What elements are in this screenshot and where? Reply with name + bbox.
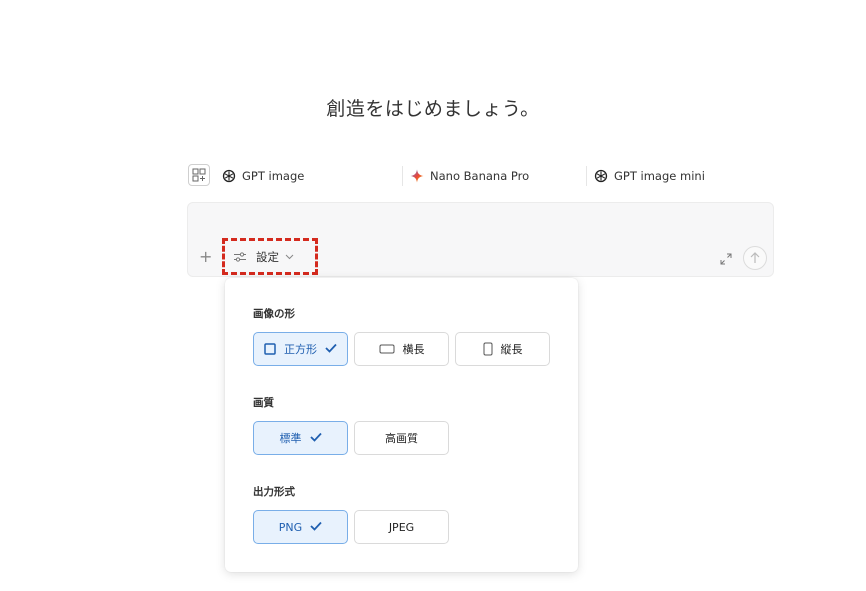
model-selector-row: GPT image Nano Banana Pro GPT image mini [188,162,774,190]
option-label: JPEG [388,520,415,534]
option-label: 標準 [279,432,302,445]
settings-popover: 画像の形 正方形 横長 縦長 画質 標準 高画質 出力形式 PNG JPEG [225,278,578,572]
sliders-icon [233,251,247,263]
openai-icon [222,169,236,183]
check-icon [310,521,322,534]
square-icon [264,343,276,355]
option-high-quality[interactable]: 高画質 [354,421,449,455]
page-heading: 創造をはじめましょう。 [326,98,540,120]
divider [586,166,587,186]
openai-icon [594,169,608,183]
option-label: 横長 [402,343,425,356]
option-square[interactable]: 正方形 [253,332,348,366]
portrait-rect-icon [483,342,493,356]
check-icon [325,343,337,356]
option-jpeg[interactable]: JPEG [354,510,449,544]
chevron-down-icon [285,254,294,260]
option-png[interactable]: PNG [253,510,348,544]
model-tab-gpt-image-mini[interactable]: GPT image mini [594,162,705,190]
option-label: PNG [278,520,303,534]
prompt-composer[interactable]: + 設定 [187,202,774,277]
model-tab-label: GPT image [242,169,305,183]
send-button[interactable] [743,246,767,270]
apps-grid-button[interactable] [188,164,210,186]
model-tab-gpt-image[interactable]: GPT image [222,162,304,190]
add-attachment-button[interactable]: + [199,249,212,265]
model-tab-label: GPT image mini [614,169,705,183]
option-label: 高画質 [385,432,418,445]
section-label-format: 出力形式 [253,486,295,498]
option-label: 縦長 [500,343,523,356]
section-label-quality: 画質 [253,397,274,409]
model-tab-nano-banana-pro[interactable]: Nano Banana Pro [410,162,529,190]
section-label-shape: 画像の形 [253,308,295,320]
option-label: 正方形 [284,343,317,356]
divider [402,166,403,186]
check-icon [309,432,322,445]
model-tab-label: Nano Banana Pro [430,169,530,183]
apps-grid-icon [192,168,206,182]
settings-label: 設定 [256,249,279,264]
expand-icon[interactable] [720,253,732,265]
settings-button[interactable]: 設定 [222,238,318,275]
option-portrait[interactable]: 縦長 [455,332,550,366]
arrow-up-icon [750,252,760,263]
option-landscape[interactable]: 横長 [354,332,449,366]
option-standard[interactable]: 標準 [253,421,348,455]
landscape-rect-icon [379,344,395,354]
gemini-sparkle-icon [410,169,424,183]
